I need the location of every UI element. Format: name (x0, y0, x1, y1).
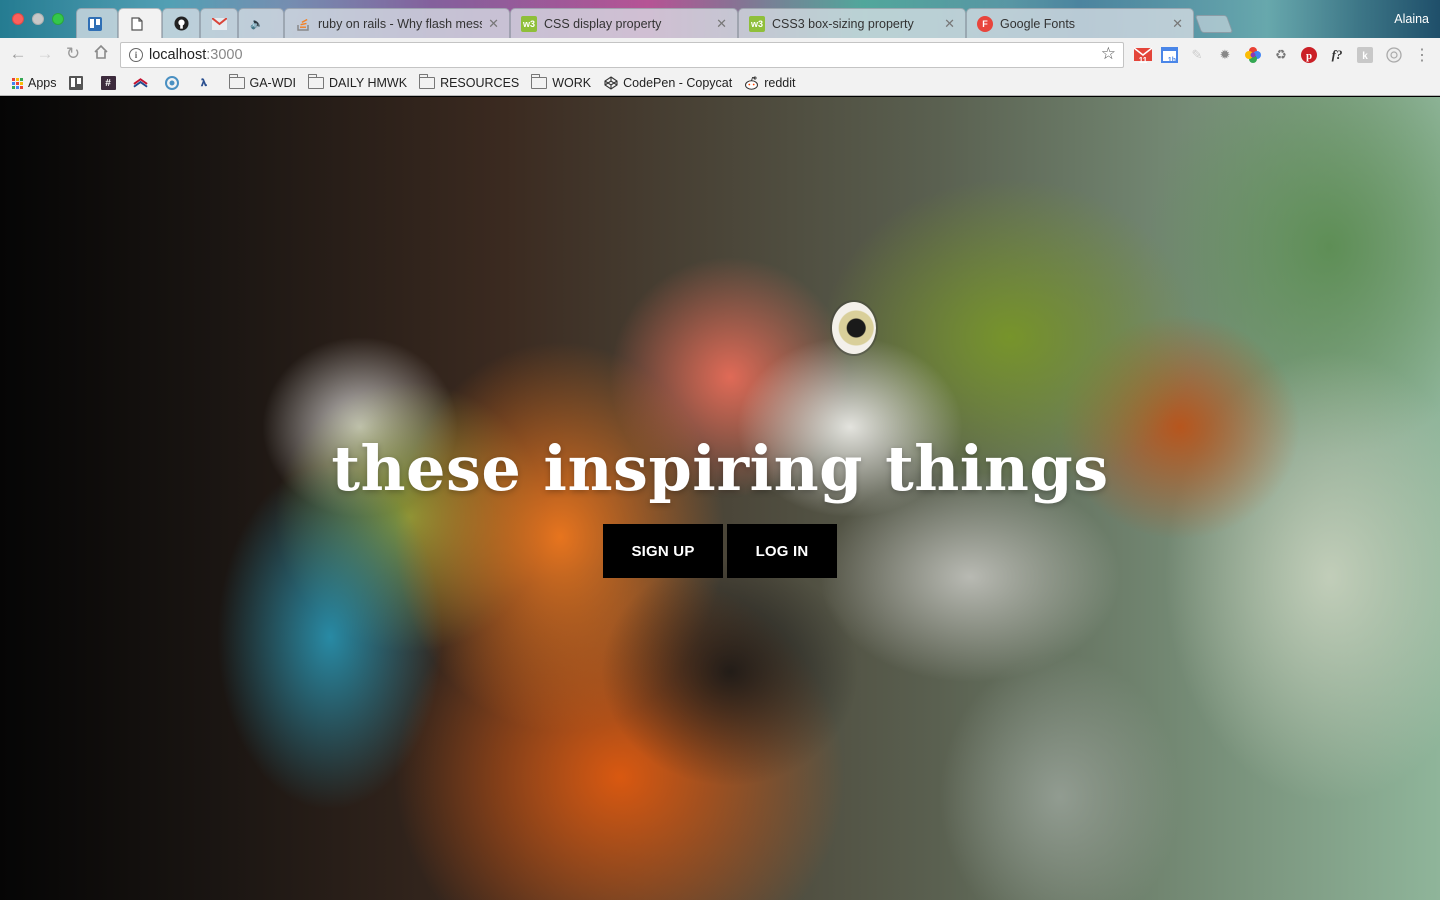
bookmark-folder-work[interactable]: WORK (531, 74, 592, 90)
github-icon (173, 16, 189, 32)
bookmark-apps[interactable]: Apps (12, 76, 57, 90)
tab-github[interactable] (162, 8, 200, 38)
hero-title: these inspiring things (331, 432, 1109, 505)
tab-label: CSS display property (544, 16, 662, 31)
svg-text:p: p (1306, 50, 1312, 62)
back-arrow-icon[interactable]: ← (8, 44, 28, 64)
w3-icon: w3 (749, 15, 765, 32)
bookmark-circle[interactable] (165, 76, 185, 90)
browser-toolbar: ← → ↻ i localhost:3000 ☆ 11 1h ✎ ✹ ♻ p f… (0, 38, 1440, 71)
feather-extension-icon[interactable]: ✎ (1188, 46, 1206, 64)
tab-label: Google Fonts (1000, 16, 1076, 31)
bookmark-reddit[interactable]: reddit (744, 76, 796, 90)
minimize-window-button[interactable] (32, 13, 44, 25)
document-icon (129, 16, 145, 32)
trello-icon (87, 16, 103, 32)
bookmark-label: Apps (28, 76, 57, 90)
close-tab-icon[interactable]: ✕ (1172, 16, 1183, 32)
log-in-button[interactable]: LOG IN (727, 524, 837, 578)
circle-extension-icon[interactable] (1385, 46, 1403, 64)
profile-name[interactable]: Alaina (1394, 12, 1429, 26)
close-tab-icon[interactable]: ✕ (716, 16, 727, 32)
bookmark-star-icon[interactable]: ☆ (1101, 44, 1116, 64)
calendar-extension-icon[interactable]: 1h (1161, 46, 1179, 64)
tab-label: ruby on rails - Why flash mess (318, 16, 483, 31)
gmail-badge: 11 (1139, 56, 1148, 64)
reddit-icon (744, 76, 759, 90)
tab-trello[interactable] (76, 8, 118, 38)
sign-up-button[interactable]: SIGN UP (603, 524, 723, 578)
reload-icon[interactable]: ↻ (63, 44, 83, 64)
bookmark-folder-resources[interactable]: RESOURCES (419, 74, 520, 90)
tab-css-display[interactable]: w3 CSS display property ✕ (510, 8, 738, 38)
pinterest-extension-icon[interactable]: p (1300, 46, 1318, 64)
w3-icon: w3 (521, 15, 537, 32)
bookmarks-bar: Apps # 𝛌 GA-WDI DAILY HMWK RESOURCES WOR… (0, 71, 1440, 96)
whatfont-extension-icon[interactable]: f? (1328, 46, 1346, 64)
folder-icon (228, 74, 245, 89)
close-tab-icon[interactable]: ✕ (944, 16, 955, 32)
hero-background-shadow (600, 557, 860, 787)
folder-icon (419, 74, 436, 89)
url-port: :3000 (206, 47, 243, 63)
close-window-button[interactable] (12, 13, 24, 25)
trello-icon (69, 76, 84, 90)
forward-arrow-icon[interactable]: → (35, 44, 55, 64)
running-figure-icon: 𝛌 (201, 77, 207, 89)
tab-localhost[interactable] (118, 8, 162, 38)
folder-icon (308, 74, 325, 89)
bookmark-label: GA-WDI (249, 76, 297, 90)
tab-audio[interactable]: 🔈 (238, 8, 284, 38)
bookmark-trello[interactable] (69, 76, 89, 90)
bookmark-folder-ga-wdi[interactable]: GA-WDI (228, 74, 297, 90)
calendar-badge: 1h (1168, 57, 1176, 64)
apps-grid-icon (12, 77, 23, 89)
bug-extension-icon[interactable]: ✹ (1216, 46, 1234, 64)
hero-actions: SIGN UP LOG IN (603, 524, 837, 578)
bookmark-label: reddit (764, 76, 796, 90)
tab-strip: 🔈 ruby on rails - Why flash mess ✕ w3 CS… (0, 0, 1440, 38)
tab-google-fonts[interactable]: F Google Fonts ✕ (966, 8, 1194, 38)
speaker-icon: 🔈 (250, 18, 264, 30)
bookmark-label: CodePen - Copycat (623, 76, 733, 90)
circle-logo-icon (165, 76, 180, 90)
tab-gmail[interactable] (200, 8, 238, 38)
google-fonts-icon: F (977, 15, 993, 32)
folder-icon (531, 74, 548, 89)
bookmark-figure[interactable]: 𝛌 (197, 76, 217, 90)
codepen-icon (603, 76, 618, 90)
bank-flag-icon (132, 76, 148, 90)
bookmark-label: RESOURCES (440, 76, 520, 90)
bookmark-codepen[interactable]: CodePen - Copycat (603, 76, 732, 90)
k-extension-icon[interactable]: k (1356, 46, 1374, 64)
stackoverflow-icon (295, 16, 311, 32)
colorpicker-extension-icon[interactable] (1244, 46, 1262, 64)
menu-kebab-icon[interactable]: ⋮ (1413, 46, 1431, 64)
new-tab-button[interactable] (1194, 15, 1234, 33)
maximize-window-button[interactable] (52, 13, 64, 25)
bookmark-folder-daily-hmwk[interactable]: DAILY HMWK (308, 74, 408, 90)
svg-text:k: k (1362, 51, 1368, 62)
address-bar[interactable]: i localhost:3000 ☆ (120, 42, 1124, 68)
url-host: localhost (149, 47, 207, 63)
close-tab-icon[interactable]: ✕ (488, 16, 499, 32)
bookmark-label: WORK (552, 76, 592, 90)
parrot-eye-decoration (832, 302, 876, 354)
bookmark-slack[interactable]: # (100, 76, 121, 90)
tab-label: CSS3 box-sizing property (772, 16, 914, 31)
slack-hash-icon: # (100, 76, 116, 90)
recycle-extension-icon[interactable]: ♻ (1272, 46, 1290, 64)
bookmark-bank[interactable] (132, 76, 153, 90)
tab-stackoverflow[interactable]: ruby on rails - Why flash mess ✕ (284, 8, 510, 38)
gmail-extension-icon[interactable]: 11 (1134, 46, 1152, 64)
tab-css-box-sizing[interactable]: w3 CSS3 box-sizing property ✕ (738, 8, 966, 38)
hero-section: these inspiring things SIGN UP LOG IN (0, 97, 1440, 900)
home-icon[interactable] (91, 44, 111, 64)
info-icon[interactable]: i (129, 48, 143, 62)
gmail-icon (211, 16, 227, 32)
bookmark-label: DAILY HMWK (329, 76, 408, 90)
